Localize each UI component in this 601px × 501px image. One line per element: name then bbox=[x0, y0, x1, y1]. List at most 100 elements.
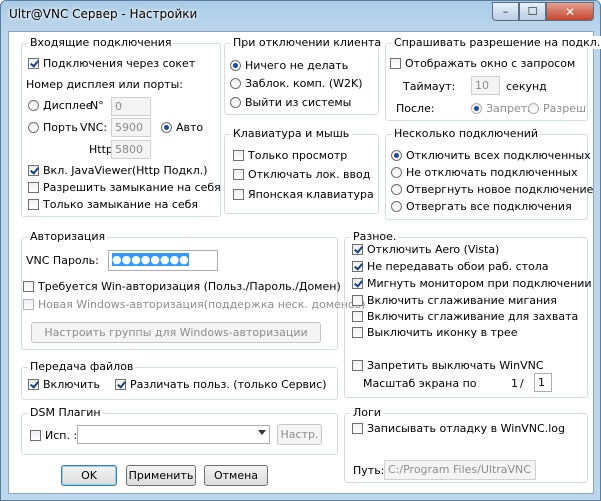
apply-button[interactable]: Применить bbox=[126, 465, 196, 486]
group-title: Клавиатура и мышь bbox=[231, 127, 352, 140]
radio-label: Отключить всех подключенных bbox=[406, 149, 591, 162]
checkbox-icon bbox=[28, 199, 39, 210]
radio-icon bbox=[28, 100, 39, 111]
radio-icon bbox=[471, 103, 482, 114]
port-radio[interactable]: Порть bbox=[28, 121, 78, 134]
timeout-unit-label: секунд bbox=[506, 80, 547, 93]
checkbox-label: Запретить выключать WinVNC bbox=[367, 359, 544, 372]
vnc-port-input[interactable]: 5900 bbox=[111, 118, 151, 137]
disconnect-lock-radio[interactable]: Заблок. комп. (W2K) bbox=[230, 77, 363, 90]
multi-keep-connected-radio[interactable]: Не отключать подключенных bbox=[391, 166, 578, 179]
close-button[interactable]: ✕ bbox=[546, 2, 594, 21]
dsm-plugin-dropdown[interactable] bbox=[77, 425, 270, 444]
no-wallpaper-checkbox[interactable]: Не передавать обои раб. стола bbox=[352, 260, 549, 273]
after-accept-radio[interactable]: Разреш bbox=[528, 102, 588, 115]
disable-aero-checkbox[interactable]: Отключить Aero (Vista) bbox=[352, 243, 499, 256]
group-title: Разное. bbox=[351, 230, 399, 243]
radio-icon bbox=[230, 60, 241, 71]
debug-log-checkbox[interactable]: Записывать отладку в WinVNC.log bbox=[352, 422, 565, 435]
socket-connections-checkbox[interactable]: Подключения через сокет bbox=[28, 57, 195, 70]
minimize-button[interactable]: – bbox=[492, 2, 519, 21]
show-query-window-checkbox[interactable]: Отображать окно с запросом bbox=[390, 57, 575, 70]
after-label: После: bbox=[396, 102, 435, 115]
disconnect-do-nothing-radio[interactable]: Ничего не делать bbox=[230, 59, 348, 72]
loopback-only-checkbox[interactable]: Только замыкание на себя bbox=[28, 198, 198, 211]
checkbox-label: Включить bbox=[43, 378, 101, 391]
checkbox-icon bbox=[352, 311, 363, 322]
checkbox-icon bbox=[233, 189, 244, 200]
radio-icon bbox=[528, 103, 539, 114]
require-win-auth-checkbox[interactable]: Требуется Win-авторизация (Польз./Пароль… bbox=[23, 280, 341, 293]
checkbox-icon bbox=[233, 169, 244, 180]
group-title: При отключении клиента bbox=[231, 36, 384, 49]
checkbox-label: Отключать лок. ввод bbox=[248, 168, 371, 181]
group-title: Входящие подключения bbox=[28, 36, 174, 49]
capture-smoothing-checkbox[interactable]: Включить сглаживание для захвата bbox=[352, 310, 578, 323]
new-win-auth-checkbox[interactable]: Новая Windows-авторизация(поддержка неск… bbox=[23, 298, 365, 311]
checkbox-icon bbox=[28, 58, 39, 69]
group-title: Несколько подключений bbox=[392, 127, 541, 140]
scale-numerator: 1 bbox=[511, 377, 518, 390]
multi-disconnect-all-radio[interactable]: Отключить всех подключенных bbox=[391, 149, 591, 162]
checkbox-label: Японская клавиатура bbox=[248, 188, 374, 201]
checkbox-label: Включить сглаживание мигания bbox=[367, 294, 557, 307]
radio-label: Разреш bbox=[543, 102, 587, 115]
radio-label: Авто bbox=[176, 121, 204, 134]
multi-reject-new-radio[interactable]: Отвергнуть новое подключение bbox=[391, 183, 593, 196]
log-path-input[interactable]: C:/Program Files/UltraVNC bbox=[384, 460, 536, 480]
configure-groups-button[interactable]: Настроить группы для Windows-авторизации bbox=[31, 322, 321, 343]
checkbox-icon bbox=[23, 281, 34, 292]
display-number-input[interactable]: 0 bbox=[111, 97, 151, 116]
checkbox-label: Только просмотр bbox=[248, 149, 348, 162]
allow-loopback-checkbox[interactable]: Разрешить замыкание на себя bbox=[28, 181, 221, 194]
view-only-checkbox[interactable]: Только просмотр bbox=[233, 149, 347, 162]
radio-icon bbox=[230, 78, 241, 89]
dsm-use-checkbox[interactable]: Исп. : bbox=[30, 429, 77, 442]
disconnect-logoff-radio[interactable]: Выйти из системы bbox=[230, 96, 351, 109]
radio-label: Выйти из системы bbox=[245, 96, 352, 109]
checkbox-icon bbox=[28, 182, 39, 193]
vnc-password-input[interactable]: ●●●●●●●● bbox=[108, 250, 218, 271]
scale-separator: / bbox=[520, 377, 524, 390]
scale-denominator-input[interactable]: 1 bbox=[534, 373, 552, 392]
dsm-settings-button[interactable]: Настр. bbox=[277, 424, 322, 445]
checkbox-label: Подключения через сокет bbox=[43, 57, 196, 70]
checkbox-icon bbox=[390, 58, 401, 69]
cancel-button[interactable]: Отмена bbox=[204, 465, 268, 486]
password-value: ●●●●●●●● bbox=[112, 253, 189, 266]
timeout-label: Таймаут: bbox=[403, 80, 456, 93]
after-refuse-radio[interactable]: Запрети bbox=[471, 102, 534, 115]
java-viewer-checkbox[interactable]: Вкл. JavaViewer(Http Подкл.) bbox=[28, 164, 208, 177]
forbid-close-checkbox[interactable]: Запретить выключать WinVNC bbox=[352, 359, 544, 372]
disable-local-input-checkbox[interactable]: Отключать лок. ввод bbox=[233, 168, 370, 181]
checkbox-label: Выключить иконку в трее bbox=[367, 326, 518, 339]
checkbox-icon bbox=[233, 150, 244, 161]
checkbox-icon bbox=[352, 360, 363, 371]
distinguish-users-checkbox[interactable]: Различать польз. (только Сервис) bbox=[115, 378, 327, 391]
checkbox-icon bbox=[352, 295, 363, 306]
group-title: Логи bbox=[351, 406, 383, 419]
checkbox-label: Не передавать обои раб. стола bbox=[367, 260, 549, 273]
timeout-input[interactable]: 10 bbox=[471, 76, 500, 95]
japanese-keyboard-checkbox[interactable]: Японская клавиатура bbox=[233, 188, 374, 201]
maximize-button[interactable]: ☐ bbox=[519, 2, 546, 21]
checkbox-icon bbox=[352, 423, 363, 434]
http-port-input[interactable]: 5800 bbox=[111, 140, 151, 159]
title-bar[interactable]: Ultr@VNC Сервер - Настройки – ☐ ✕ bbox=[1, 1, 600, 31]
blink-smoothing-checkbox[interactable]: Включить сглаживание мигания bbox=[352, 294, 557, 307]
scale-label: Масштаб экрана по bbox=[363, 377, 477, 390]
display-radio[interactable]: Дисплее bbox=[28, 99, 93, 112]
blink-monitor-checkbox[interactable]: Мигнуть монитором при подключении bbox=[352, 277, 592, 290]
multi-reject-all-radio[interactable]: Отвергать все подключения bbox=[391, 200, 572, 213]
auto-radio[interactable]: Авто bbox=[161, 121, 203, 134]
log-path-label: Путь: bbox=[353, 464, 385, 477]
checkbox-label: Новая Windows-авторизация(поддержка неск… bbox=[38, 298, 366, 311]
file-transfer-enable-checkbox[interactable]: Включить bbox=[28, 378, 100, 391]
hide-tray-icon-checkbox[interactable]: Выключить иконку в трее bbox=[352, 326, 517, 339]
radio-icon bbox=[161, 122, 172, 133]
ok-button[interactable]: OK bbox=[61, 465, 117, 486]
radio-icon bbox=[391, 150, 402, 161]
radio-icon bbox=[391, 201, 402, 212]
radio-icon bbox=[391, 184, 402, 195]
radio-icon bbox=[391, 167, 402, 178]
